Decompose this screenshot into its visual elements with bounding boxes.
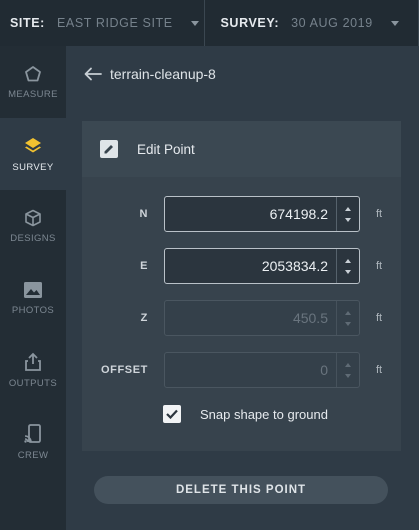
panel-title: Edit Point [137, 141, 195, 157]
offset-input: 0 [164, 352, 360, 388]
cube-icon [25, 209, 41, 226]
layers-icon [25, 137, 41, 152]
site-label: SITE: [10, 16, 45, 30]
field-label-n: N [139, 208, 148, 220]
nav-item-label: DESIGNS [10, 232, 56, 244]
snap-label: Snap shape to ground [200, 406, 328, 422]
nav-item-crew[interactable]: CREW [0, 406, 66, 478]
page-title: terrain-cleanup-8 [110, 66, 216, 82]
nav-item-outputs[interactable]: OUTPUTS [0, 334, 66, 406]
field-row-offset: OFFSET 0 ft [82, 351, 401, 389]
panel-header: Edit Point [82, 121, 401, 177]
unit-label: ft [376, 208, 383, 220]
nav-item-measure[interactable]: MEASURE [0, 46, 66, 118]
back-arrow-icon[interactable] [84, 67, 102, 81]
photo-icon [24, 281, 42, 298]
checkmark-icon [166, 409, 178, 419]
easting-input[interactable]: 2053834.2 [164, 248, 360, 284]
share-icon [25, 352, 41, 371]
easting-stepper[interactable] [336, 249, 359, 283]
chevron-down-icon [390, 20, 399, 26]
elevation-input: 450.5 [164, 300, 360, 336]
nav-item-designs[interactable]: DESIGNS [0, 190, 66, 262]
northing-stepper[interactable] [336, 197, 359, 231]
edit-pencil-icon [100, 140, 118, 158]
pentagon-icon [25, 65, 41, 81]
northing-input[interactable]: 674198.2 [164, 196, 360, 232]
survey-value: 30 AUG 2019 [291, 16, 373, 30]
offset-stepper [336, 353, 359, 387]
offset-value: 0 [320, 362, 328, 378]
chevron-down-icon [190, 20, 199, 26]
elevation-stepper [336, 301, 359, 335]
easting-value: 2053834.2 [261, 258, 328, 274]
nav-item-label: PHOTOS [11, 304, 55, 316]
edit-point-panel: Edit Point N 674198.2 ft E 2053834.2 ft … [82, 121, 401, 451]
unit-label: ft [376, 364, 383, 376]
top-bar: SITE: EAST RIDGE SITE SURVEY: 30 AUG 201… [0, 0, 419, 46]
left-nav: MEASURE SURVEY DESIGNS PHOTOS OUTPUTS CR… [0, 46, 66, 530]
unit-label: ft [376, 260, 383, 272]
nav-item-photos[interactable]: PHOTOS [0, 262, 66, 334]
elevation-value: 450.5 [292, 310, 328, 326]
field-label-e: E [140, 260, 148, 272]
unit-label: ft [376, 312, 383, 324]
site-value: EAST RIDGE SITE [56, 16, 173, 30]
snap-to-ground-option[interactable]: Snap shape to ground [163, 405, 328, 423]
field-label-z: Z [140, 312, 148, 324]
field-row-z: Z 450.5 ft [82, 299, 401, 337]
nav-item-label: MEASURE [8, 88, 58, 100]
survey-label: SURVEY: [220, 16, 280, 30]
field-row-n: N 674198.2 ft [82, 195, 401, 233]
field-row-e: E 2053834.2 ft [82, 247, 401, 285]
northing-value: 674198.2 [269, 206, 328, 222]
nav-item-label: SURVEY [12, 161, 54, 173]
field-label-offset: OFFSET [101, 364, 148, 376]
site-selector[interactable]: SITE: EAST RIDGE SITE [0, 0, 205, 46]
nav-item-survey[interactable]: SURVEY [0, 118, 66, 190]
snap-checkbox[interactable] [163, 405, 181, 423]
mobile-cast-icon [24, 423, 41, 443]
page-header: terrain-cleanup-8 [84, 62, 216, 86]
nav-item-label: OUTPUTS [8, 377, 58, 389]
delete-point-button[interactable]: DELETE THIS POINT [94, 476, 388, 504]
nav-item-label: CREW [17, 449, 49, 461]
survey-selector[interactable]: SURVEY: 30 AUG 2019 [205, 0, 419, 46]
